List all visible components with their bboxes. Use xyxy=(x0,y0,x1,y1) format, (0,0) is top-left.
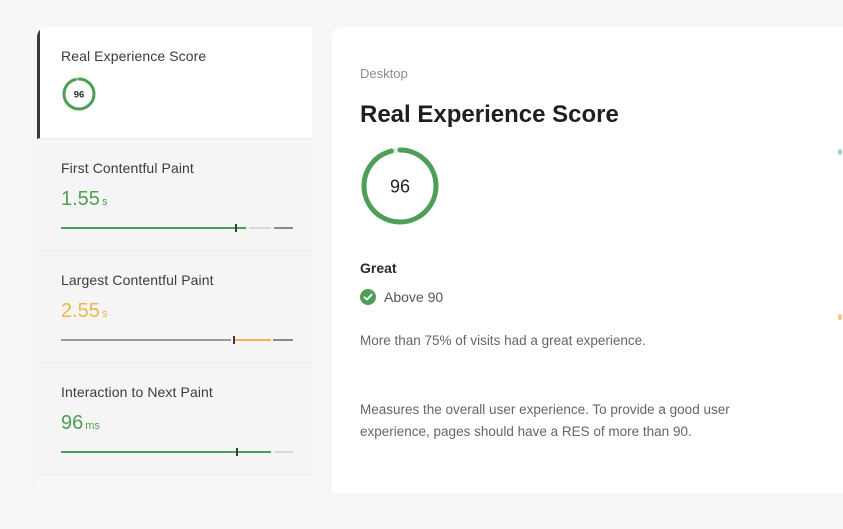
metric-title: First Contentful Paint xyxy=(61,160,194,176)
score-large-text: 96 xyxy=(390,177,410,197)
rating-label: Great xyxy=(360,260,397,276)
bar-ni-segment xyxy=(249,227,271,229)
metric-value: 96 ms xyxy=(61,412,288,437)
metric-unit: s xyxy=(101,196,108,208)
metric-title: Real Experience Score xyxy=(61,48,207,64)
bar-good-segment xyxy=(61,451,271,453)
metric-unit: ms xyxy=(85,420,100,432)
metrics-sidebar: Real Experience Score 96 First Contentfu… xyxy=(37,27,312,493)
metric-number: 96 xyxy=(61,412,84,434)
metric-card-fcp[interactable]: First Contentful Paint 1.55 s xyxy=(37,139,312,251)
metric-card-inp[interactable]: Interaction to Next Paint 96 ms xyxy=(37,363,312,475)
edge-indicator xyxy=(838,314,842,320)
bar-marker xyxy=(236,448,238,456)
bar-good-segment xyxy=(61,227,246,229)
score-ring-large: 96 xyxy=(361,147,439,225)
score-ring-small: 96 xyxy=(62,77,96,111)
visits-summary: More than 75% of visits had a great expe… xyxy=(360,333,646,348)
bar-poor-segment xyxy=(274,451,293,453)
metric-title: Largest Contentful Paint xyxy=(61,272,214,288)
bar-marker xyxy=(233,336,235,344)
bar-ni-segment xyxy=(233,339,271,341)
page-title: Real Experience Score xyxy=(360,101,619,128)
metric-title: Interaction to Next Paint xyxy=(61,384,213,400)
metric-unit: s xyxy=(101,308,108,320)
bar-good-segment xyxy=(61,339,231,341)
distribution-bar xyxy=(61,223,293,233)
bar-poor-segment xyxy=(274,227,293,229)
edge-indicator xyxy=(838,149,842,155)
distribution-bar xyxy=(61,335,293,345)
metric-card-res[interactable]: Real Experience Score 96 xyxy=(37,27,312,139)
bar-marker xyxy=(235,224,237,232)
score-detail-panel: Desktop Real Experience Score 96 Great A… xyxy=(332,27,843,493)
check-circle-icon xyxy=(360,289,376,305)
device-label: Desktop xyxy=(360,66,408,81)
metric-description: Measures the overall user experience. To… xyxy=(360,402,730,439)
threshold-text: Above 90 xyxy=(384,289,444,305)
page-frame: Real Experience Score 96 First Contentfu… xyxy=(0,0,843,529)
metric-number: 2.55 xyxy=(61,300,100,322)
threshold-row: Above 90 xyxy=(360,289,443,305)
metric-value: 1.55 s xyxy=(61,188,288,213)
metric-card-lcp[interactable]: Largest Contentful Paint 2.55 s xyxy=(37,251,312,363)
bar-poor-segment xyxy=(273,339,293,341)
score-small-text: 96 xyxy=(74,90,85,101)
metric-value: 2.55 s xyxy=(61,300,288,325)
metric-number: 1.55 xyxy=(61,188,100,210)
distribution-bar xyxy=(61,447,293,457)
